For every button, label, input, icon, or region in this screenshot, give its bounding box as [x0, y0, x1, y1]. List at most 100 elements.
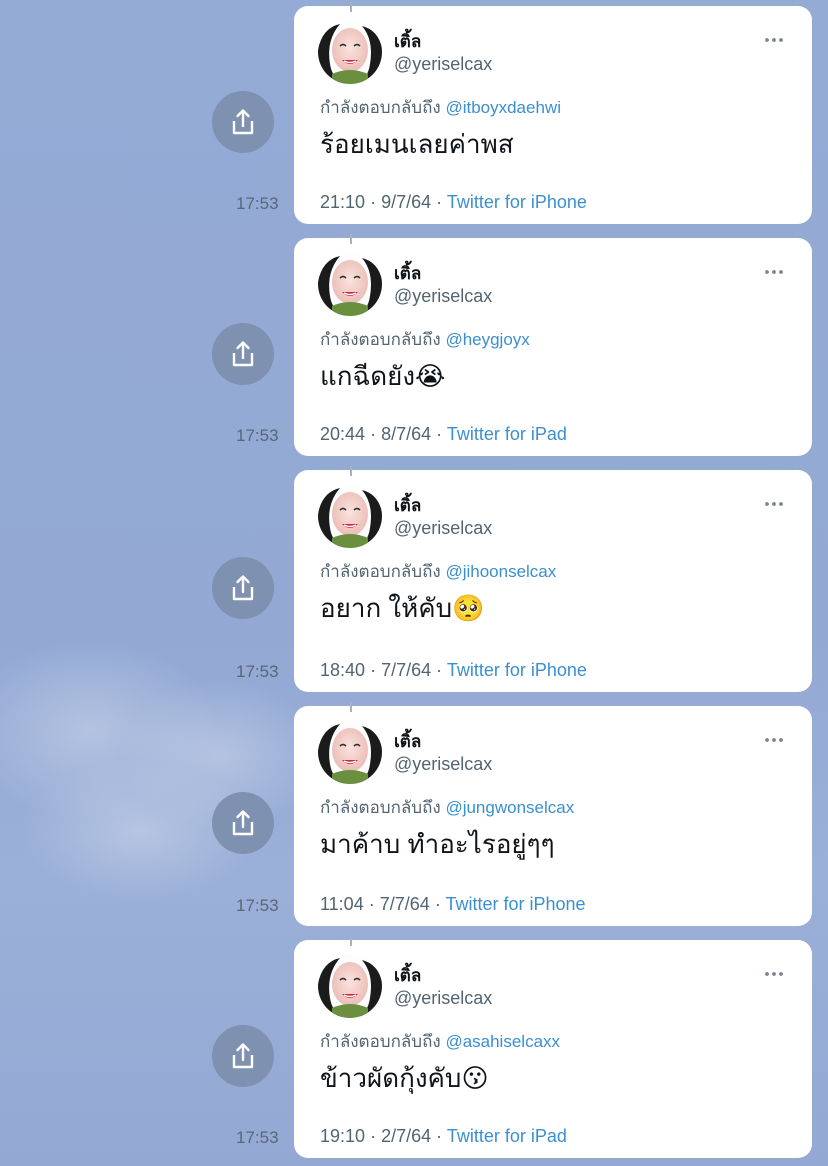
thread-connector — [350, 936, 352, 946]
user-handle[interactable]: @yeriselcax — [394, 286, 492, 307]
share-icon — [232, 109, 254, 135]
tweet-time[interactable]: 11:04 — [320, 894, 364, 914]
tweet-text: มาค้าบ ทำอะไรอยู่ๆๆ — [320, 824, 555, 865]
tweet-source-link[interactable]: Twitter for iPhone — [447, 660, 587, 680]
sent-time: 17:53 — [236, 1128, 279, 1147]
reply-prefix: กำลังตอบกลับถึง — [320, 1032, 441, 1051]
meta-separator: · — [370, 192, 377, 212]
user-handle[interactable]: @yeriselcax — [394, 54, 492, 75]
share-icon — [232, 1043, 254, 1069]
share-button[interactable] — [212, 323, 274, 385]
tweet-date[interactable]: 7/7/64 — [380, 894, 430, 914]
user-handle[interactable]: @yeriselcax — [394, 518, 492, 539]
meta-separator: · — [436, 192, 443, 212]
more-options-icon[interactable] — [764, 30, 784, 50]
display-name[interactable]: เติ้ล — [394, 492, 421, 519]
display-name[interactable]: เติ้ล — [394, 260, 421, 287]
tweet-source-link[interactable]: Twitter for iPad — [447, 424, 567, 444]
tweet-emoji: 😭 — [415, 361, 446, 391]
reply-prefix: กำลังตอบกลับถึง — [320, 98, 441, 117]
meta-separator: · — [370, 424, 377, 444]
avatar[interactable] — [318, 252, 382, 316]
tweet-date[interactable]: 9/7/64 — [381, 192, 431, 212]
user-handle[interactable]: @yeriselcax — [394, 988, 492, 1009]
tweet-source-link[interactable]: Twitter for iPhone — [447, 192, 587, 212]
meta-separator: · — [368, 894, 375, 914]
reply-mention-link[interactable]: @itboyxdaehwi — [445, 98, 561, 117]
tweet-text: ข้าวผัดกุ้งคับ😗 — [320, 1058, 489, 1099]
tweet-body: แกฉีดยัง — [320, 361, 416, 391]
tweet-time[interactable]: 19:10 — [320, 1126, 365, 1146]
tweet-time[interactable]: 18:40 — [320, 660, 365, 680]
reply-prefix: กำลังตอบกลับถึง — [320, 330, 441, 349]
thread-connector — [350, 2, 352, 12]
thread-connector — [350, 466, 352, 476]
tweet-body: อยาก ให้คับ — [320, 593, 453, 623]
meta-separator: · — [434, 894, 441, 914]
reply-mention-link[interactable]: @heygjoyx — [445, 330, 529, 349]
avatar[interactable] — [318, 954, 382, 1018]
tweet-text: อยาก ให้คับ🥺 — [320, 588, 485, 629]
tweet-text: ร้อยเมนเลยค่าพส — [320, 124, 514, 165]
tweet-meta: 19:10 · 2/7/64 · Twitter for iPad — [320, 1126, 567, 1147]
avatar[interactable] — [318, 20, 382, 84]
display-name[interactable]: เติ้ล — [394, 28, 421, 55]
tweet-date[interactable]: 2/7/64 — [381, 1126, 431, 1146]
share-icon — [232, 341, 254, 367]
display-name[interactable]: เติ้ล — [394, 962, 421, 989]
tweet-source-link[interactable]: Twitter for iPad — [447, 1126, 567, 1146]
tweet-emoji: 🥺 — [452, 593, 485, 623]
meta-separator: · — [436, 660, 443, 680]
tweet-time[interactable]: 20:44 — [320, 424, 365, 444]
tweet-date[interactable]: 8/7/64 — [381, 424, 431, 444]
share-icon — [232, 810, 254, 836]
reply-context: กำลังตอบกลับถึง @heygjoyx — [320, 326, 530, 353]
share-icon — [232, 575, 254, 601]
meta-separator: · — [436, 424, 443, 444]
share-button[interactable] — [212, 792, 274, 854]
reply-context: กำลังตอบกลับถึง @asahiselcaxx — [320, 1028, 560, 1055]
user-handle[interactable]: @yeriselcax — [394, 754, 492, 775]
reply-context: กำลังตอบกลับถึง @itboyxdaehwi — [320, 94, 561, 121]
meta-separator: · — [436, 1126, 443, 1146]
tweet-meta: 20:44 · 8/7/64 · Twitter for iPad — [320, 424, 567, 445]
reply-context: กำลังตอบกลับถึง @jihoonselcax — [320, 558, 556, 585]
tweet-card[interactable]: เติ้ล @yeriselcax กำลังตอบกลับถึง @asahi… — [294, 936, 812, 1158]
display-name[interactable]: เติ้ล — [394, 728, 421, 755]
more-options-icon[interactable] — [764, 262, 784, 282]
meta-separator: · — [370, 660, 377, 680]
reply-mention-link[interactable]: @jihoonselcax — [445, 562, 556, 581]
sent-time: 17:53 — [236, 662, 279, 681]
tweet-card[interactable]: เติ้ล @yeriselcax กำลังตอบกลับถึง @heygj… — [294, 234, 812, 456]
tweet-body: ข้าวผัดกุ้งคับ — [320, 1063, 462, 1093]
sent-time: 17:53 — [236, 194, 279, 213]
tweet-source-link[interactable]: Twitter for iPhone — [446, 894, 586, 914]
tweet-card[interactable]: เติ้ล @yeriselcax กำลังตอบกลับถึง @jihoo… — [294, 466, 812, 692]
share-button[interactable] — [212, 557, 274, 619]
avatar[interactable] — [318, 720, 382, 784]
message-row: 17:53 เติ้ล @yeriselcax กำลังตอบกลับถึง … — [0, 2, 828, 224]
reply-mention-link[interactable]: @jungwonselcax — [445, 798, 574, 817]
meta-separator: · — [370, 1126, 377, 1146]
more-options-icon[interactable] — [764, 494, 784, 514]
sent-time: 17:53 — [236, 426, 279, 445]
message-row: 17:53 เติ้ล @yeriselcax กำลังตอบกลับถึง … — [0, 466, 828, 692]
reply-prefix: กำลังตอบกลับถึง — [320, 562, 441, 581]
tweet-date[interactable]: 7/7/64 — [381, 660, 431, 680]
sent-time: 17:53 — [236, 896, 279, 915]
avatar[interactable] — [318, 484, 382, 548]
tweet-time[interactable]: 21:10 — [320, 192, 365, 212]
share-button[interactable] — [212, 91, 274, 153]
tweet-card[interactable]: เติ้ล @yeriselcax กำลังตอบกลับถึง @itboy… — [294, 2, 812, 224]
message-row: 17:53 เติ้ล @yeriselcax กำลังตอบกลับถึง … — [0, 702, 828, 926]
tweet-meta: 18:40 · 7/7/64 · Twitter for iPhone — [320, 660, 587, 681]
tweet-body: มาค้าบ ทำอะไรอยู่ๆๆ — [320, 829, 555, 859]
more-options-icon[interactable] — [764, 964, 784, 984]
reply-mention-link[interactable]: @asahiselcaxx — [445, 1032, 560, 1051]
tweet-text: แกฉีดยัง😭 — [320, 356, 445, 397]
message-row: 17:53 เติ้ล @yeriselcax กำลังตอบกลับถึง … — [0, 234, 828, 456]
tweet-card[interactable]: เติ้ล @yeriselcax กำลังตอบกลับถึง @jungw… — [294, 702, 812, 926]
more-options-icon[interactable] — [764, 730, 784, 750]
share-button[interactable] — [212, 1025, 274, 1087]
reply-prefix: กำลังตอบกลับถึง — [320, 798, 441, 817]
